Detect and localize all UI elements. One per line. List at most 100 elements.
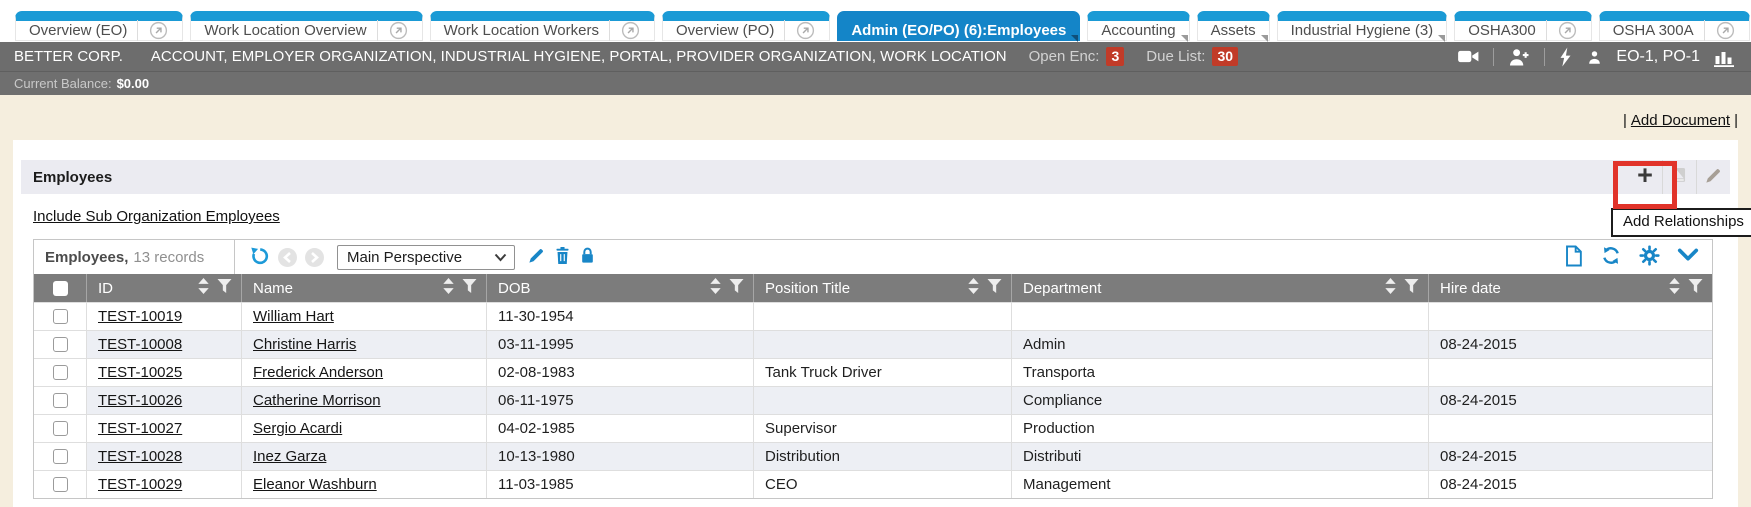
open-enc-badge[interactable]: 3 [1106, 47, 1124, 66]
tab-work-location-workers[interactable]: Work Location Workers [430, 11, 655, 41]
filter-icon[interactable] [1688, 279, 1703, 297]
employee-id-link[interactable]: TEST-10019 [98, 308, 182, 325]
employee-id-link[interactable]: TEST-10026 [98, 392, 182, 409]
cell-id: TEST-10028 [86, 443, 241, 470]
perspective-select[interactable]: Main Perspective [337, 245, 515, 270]
open-in-new-window-icon[interactable] [1546, 20, 1578, 41]
gear-icon [1639, 245, 1660, 269]
tab-admin-eo-po-6-employees[interactable]: Admin (EO/PO) (6):Employees [837, 11, 1080, 41]
delete-perspective-button[interactable] [554, 246, 571, 268]
new-document-button[interactable] [1564, 245, 1583, 270]
row-checkbox[interactable] [53, 393, 68, 408]
previous-page-button[interactable] [278, 248, 297, 267]
due-list-label: Due List: [1146, 48, 1205, 65]
sort-icon[interactable] [710, 278, 721, 298]
filter-icon[interactable] [1404, 279, 1419, 297]
tab-work-location-overview[interactable]: Work Location Overview [190, 11, 422, 41]
employee-id-link[interactable]: TEST-10025 [98, 364, 182, 381]
add-document-link[interactable]: Add Document [1631, 112, 1730, 129]
grid-title: Employees, [45, 249, 128, 266]
employee-name-link[interactable]: Sergio Acardi [253, 420, 342, 437]
select-all-checkbox[interactable] [53, 281, 68, 296]
row-checkbox[interactable] [53, 309, 68, 324]
employees-panel-header: Employees + [21, 160, 1730, 194]
sort-icon[interactable] [1385, 278, 1396, 298]
collapse-button[interactable] [1677, 247, 1699, 267]
add-relationships-button[interactable]: + [1628, 160, 1662, 194]
tab-osha300[interactable]: OSHA300 [1454, 11, 1592, 41]
employee-id-link[interactable]: TEST-10027 [98, 420, 182, 437]
open-in-new-window-icon[interactable] [1704, 20, 1736, 41]
column-header-hire-date[interactable]: Hire date [1428, 274, 1712, 302]
cell-id: TEST-10008 [86, 331, 241, 358]
row-checkbox[interactable] [53, 365, 68, 380]
next-page-button[interactable] [305, 248, 324, 267]
column-header-name[interactable]: Name [241, 274, 486, 302]
add-person-icon[interactable] [1507, 47, 1531, 66]
open-in-new-window-icon[interactable] [784, 20, 816, 41]
row-checkbox-cell [34, 331, 86, 358]
employee-name-link[interactable]: Frederick Anderson [253, 364, 383, 381]
sort-icon[interactable] [198, 278, 209, 298]
sort-icon[interactable] [1669, 278, 1680, 298]
open-in-new-window-icon[interactable] [609, 20, 641, 41]
balance-value: $0.00 [117, 76, 150, 91]
employee-name-link[interactable]: Catherine Morrison [253, 392, 381, 409]
grid-title-cell: Employees, 13 records [34, 240, 235, 274]
employee-name-link[interactable]: Eleanor Washburn [253, 476, 377, 493]
grid-record-count: 13 records [133, 249, 204, 266]
sort-icon[interactable] [968, 278, 979, 298]
lightning-icon[interactable] [1558, 47, 1573, 67]
employee-id-link[interactable]: TEST-10008 [98, 336, 182, 353]
tab-industrial-hygiene-3[interactable]: Industrial Hygiene (3) [1277, 11, 1448, 41]
tab-overview-eo[interactable]: Overview (EO) [15, 11, 183, 41]
due-list-badge[interactable]: 30 [1212, 47, 1238, 66]
open-in-new-window-icon[interactable] [377, 20, 409, 41]
edit-button[interactable] [1696, 160, 1730, 194]
tab-assets[interactable]: Assets [1197, 11, 1270, 41]
tab-osha-300a[interactable]: OSHA 300A [1599, 11, 1750, 41]
table-row: TEST-10028Inez Garza10-13-1980Distributi… [34, 442, 1712, 470]
cell-hire-date: 08-24-2015 [1428, 443, 1712, 470]
cell-hire-date [1428, 303, 1712, 330]
employee-id-link[interactable]: TEST-10028 [98, 448, 182, 465]
filter-icon[interactable] [729, 279, 744, 297]
cell-position-title: Supervisor [753, 415, 1011, 442]
employee-name-link[interactable]: Inez Garza [253, 448, 326, 465]
column-header-position-title[interactable]: Position Title [753, 274, 1011, 302]
cell-hire-date: 08-24-2015 [1428, 387, 1712, 414]
sort-icon[interactable] [443, 278, 454, 298]
row-checkbox[interactable] [53, 421, 68, 436]
lock-button[interactable] [579, 246, 596, 268]
employee-id-link[interactable]: TEST-10029 [98, 476, 182, 493]
row-checkbox[interactable] [53, 449, 68, 464]
row-checkbox[interactable] [53, 337, 68, 352]
cell-name: Sergio Acardi [241, 415, 486, 442]
bar-chart-icon[interactable] [1713, 47, 1737, 67]
undo-button[interactable] [249, 245, 270, 269]
column-header-dob[interactable]: DOB [486, 274, 753, 302]
column-header-id[interactable]: ID [86, 274, 241, 302]
column-header-department[interactable]: Department [1011, 274, 1428, 302]
video-camera-icon[interactable] [1457, 48, 1480, 65]
employee-name-link[interactable]: William Hart [253, 308, 334, 325]
settings-button[interactable] [1639, 245, 1660, 269]
tab-overview-po[interactable]: Overview (PO) [662, 11, 830, 41]
filter-icon[interactable] [462, 279, 477, 297]
tab-label: Overview (EO) [29, 22, 127, 39]
open-in-new-window-icon[interactable] [137, 20, 169, 41]
edit-perspective-button[interactable] [527, 246, 546, 268]
tab-label: Accounting [1101, 22, 1175, 39]
filter-icon[interactable] [987, 279, 1002, 297]
filter-icon[interactable] [217, 279, 232, 297]
include-sub-org-link[interactable]: Include Sub Organization Employees [33, 208, 280, 225]
person-icon[interactable] [1586, 48, 1603, 66]
row-checkbox[interactable] [53, 477, 68, 492]
balance-bar: Current Balance: $0.00 [0, 71, 1751, 95]
refresh-button[interactable] [1600, 245, 1622, 269]
copy-records-button[interactable] [1662, 160, 1696, 194]
tab-accounting[interactable]: Accounting [1087, 11, 1189, 41]
employee-name-link[interactable]: Christine Harris [253, 336, 356, 353]
cell-id: TEST-10029 [86, 471, 241, 498]
lock-icon [579, 246, 596, 268]
